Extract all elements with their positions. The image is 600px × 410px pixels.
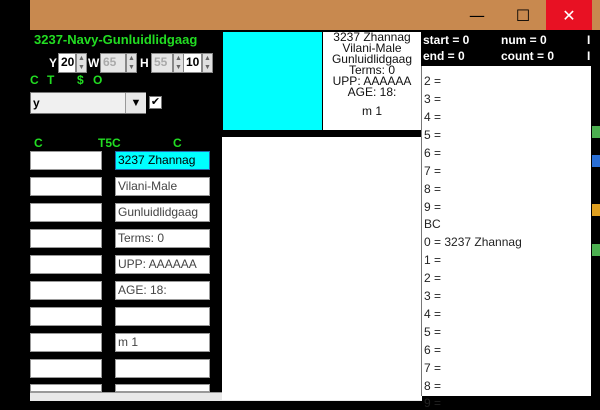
stat-extra-2: I: [587, 49, 591, 63]
list-item: 7 =: [424, 361, 442, 375]
right-field-1[interactable]: Vilani-Male: [115, 177, 210, 196]
stat-num: num = 0: [501, 33, 547, 47]
left-field-3[interactable]: [30, 229, 102, 248]
list-item: 7 =: [424, 164, 442, 178]
spinner-label-w: W: [88, 56, 100, 70]
left-field-5[interactable]: [30, 281, 102, 300]
left-field-7[interactable]: [30, 333, 102, 352]
stat-start: start = 0: [423, 33, 470, 47]
list-item: 8 =: [424, 379, 442, 393]
stats-bar: start = 0 num = 0 end = 0 count = 0 I I: [421, 30, 600, 66]
stat-extra-1: I: [587, 33, 591, 47]
service-label-dollar: $: [77, 73, 84, 87]
stat-count: count = 0: [501, 49, 555, 63]
spinner-y-input[interactable]: 20: [58, 53, 76, 73]
spinner-w-arrows[interactable]: ▲ ▼: [126, 53, 137, 73]
background-marker: [592, 204, 600, 216]
right-field-0[interactable]: 3237 Zhannag: [115, 151, 210, 170]
spinner-label-y: Y: [49, 56, 58, 70]
spinner-label-h: H: [140, 56, 149, 70]
right-field-5[interactable]: AGE: 18:: [115, 281, 210, 300]
stat-end: end = 0: [423, 49, 465, 63]
ship-title: 3237-Navy-Gunluidlidgaag: [34, 32, 198, 47]
list-item: 2 =: [424, 271, 442, 285]
right-field-7[interactable]: m 1: [115, 333, 210, 352]
list-item: 1 =: [424, 253, 442, 267]
background-marker: [592, 244, 600, 256]
right-field-9[interactable]: [115, 384, 210, 392]
maximize-button[interactable]: ☐: [500, 0, 546, 30]
list-item: 6 =: [424, 146, 442, 160]
left-field-1[interactable]: [30, 177, 102, 196]
list-item: 4 =: [424, 307, 442, 321]
list-item: 5 =: [424, 325, 442, 339]
service-checkbox[interactable]: ✔: [149, 96, 162, 109]
column-header-1: C: [34, 136, 43, 150]
list-item: BC: [424, 217, 441, 231]
left-field-8[interactable]: [30, 359, 102, 378]
left-field-6[interactable]: [30, 307, 102, 326]
left-field-0[interactable]: [30, 151, 102, 170]
canvas-area[interactable]: [222, 137, 422, 400]
close-icon: ✕: [562, 5, 576, 25]
list-item: 9 =: [424, 200, 442, 214]
spinner-w-input[interactable]: 65: [100, 53, 126, 73]
info-card: 3237 Zhannag Vilani-Male Gunluidlidgaag …: [323, 31, 421, 130]
minimize-icon: —: [469, 5, 485, 25]
list-item: 5 =: [424, 128, 442, 142]
minimize-button[interactable]: —: [454, 0, 500, 30]
right-field-3[interactable]: Terms: 0: [115, 229, 210, 248]
window-left-edge: [0, 0, 30, 400]
list-item: 3 =: [424, 289, 442, 303]
color-swatch: [223, 32, 322, 130]
background-marker: [592, 126, 600, 138]
spinner-h-input[interactable]: 55: [151, 53, 173, 73]
background-window-edge: [591, 66, 600, 400]
list-item: 2 =: [424, 74, 442, 88]
info-line-5: AGE: 18:: [347, 85, 397, 99]
spinner-4-arrows[interactable]: ▲ ▼: [202, 53, 213, 73]
left-field-9[interactable]: [30, 384, 102, 392]
info-line-7: m 1: [361, 104, 382, 118]
list-item: 8 =: [424, 182, 442, 196]
list-item: 0 = 3237 Zhannag: [424, 235, 522, 249]
right-field-2[interactable]: Gunluidlidgaag: [115, 203, 210, 222]
service-label-t: T: [47, 73, 55, 87]
left-field-2[interactable]: [30, 203, 102, 222]
column-header-3: C: [173, 136, 182, 150]
list-item: 4 =: [424, 110, 442, 124]
right-field-8[interactable]: [115, 359, 210, 378]
spinner-4-input[interactable]: 10: [183, 53, 202, 73]
list-item: 3 =: [424, 92, 442, 106]
close-button[interactable]: ✕: [546, 0, 592, 30]
background-marker: [592, 155, 600, 167]
right-field-4[interactable]: UPP: AAAAAA: [115, 255, 210, 274]
left-field-4[interactable]: [30, 255, 102, 274]
right-field-6[interactable]: [115, 307, 210, 326]
column-header-2: T5C: [98, 136, 121, 150]
service-label-c: C: [30, 73, 39, 87]
output-list[interactable]: 2 = 3 = 4 = 5 = 6 = 7 = 8 = 9 = BC 0 = 3…: [421, 66, 592, 410]
spinner-y-arrows[interactable]: ▲ ▼: [76, 53, 87, 73]
combo-dropdown-icon[interactable]: ▼: [125, 93, 146, 113]
list-item: 6 =: [424, 343, 442, 357]
service-label-o: O: [93, 73, 103, 87]
maximize-icon: ☐: [515, 5, 531, 25]
